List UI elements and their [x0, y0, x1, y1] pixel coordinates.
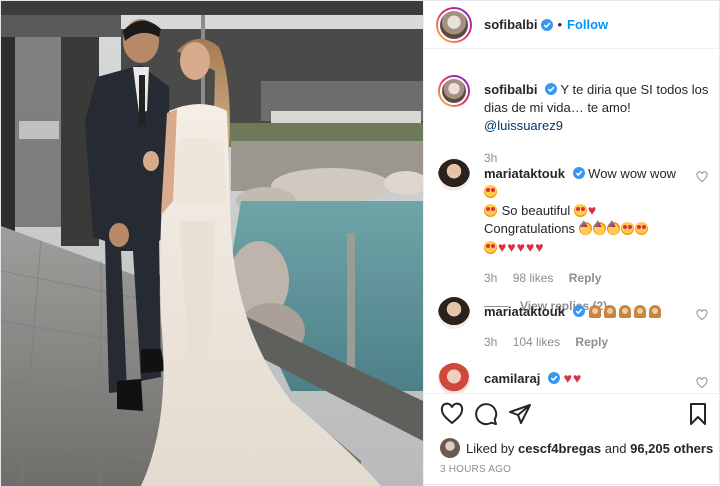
heart-eyes-emoji-icon: [484, 241, 497, 254]
follow-button[interactable]: Follow: [567, 17, 608, 32]
raised-hands-emoji-icon: [633, 305, 647, 318]
heart-eyes-emoji-icon: [484, 204, 497, 217]
raised-hands-emoji-icon: [588, 305, 602, 318]
party-face-emoji-icon: [592, 222, 606, 235]
commenter-avatar[interactable]: [438, 159, 470, 191]
heart-eyes-emoji-icon: [484, 185, 497, 198]
caption-body: sofibalbi Y te diria que SI todos los di…: [484, 81, 714, 167]
liker-avatar[interactable]: [440, 438, 460, 458]
red-heart-emoji-icon: ♥: [535, 239, 544, 255]
wedding-photo-illustration: [1, 1, 423, 486]
red-heart-emoji-icon: ♥: [572, 370, 582, 386]
party-face-emoji-icon: [606, 222, 620, 235]
red-heart-emoji-icon: ♥: [587, 202, 597, 218]
heart-eyes-emoji-icon: [573, 204, 587, 217]
comment-row: camilaraj ♥♥: [438, 363, 708, 393]
caption-avatar[interactable]: [438, 75, 470, 107]
caption-row: sofibalbi Y te diria que SI todos los di…: [438, 75, 708, 165]
comment-row: mariataktouk Wow wow wow So beautiful ♥ …: [438, 159, 708, 313]
raised-hands-emoji-icon: [618, 305, 632, 318]
comment-body: mariataktouk Wow wow wow So beautiful ♥ …: [484, 165, 684, 315]
verified-badge-icon: [572, 305, 585, 317]
comment-meta: 3h 98 likes Reply: [484, 269, 684, 287]
verified-badge-icon: [541, 18, 554, 31]
verified-badge-icon: [548, 372, 560, 384]
red-heart-emoji-icon: ♥: [507, 239, 516, 255]
comment-meta: 3h 104 likes Reply: [484, 333, 684, 351]
liked-by-prefix: Liked by: [466, 440, 515, 456]
liked-by-summary: Liked by cescf4bregas and 96,205 others: [440, 438, 713, 458]
caption-mention[interactable]: @luissuarez9: [484, 118, 563, 133]
verified-badge-icon: [572, 167, 585, 179]
comment-like-heart-icon[interactable]: [696, 309, 708, 321]
post-timestamp[interactable]: 3 HOURS AGO: [440, 464, 511, 475]
comment-row: mariataktouk 3h 104 likes Reply: [438, 297, 708, 357]
commenter-avatar[interactable]: [438, 297, 470, 329]
raised-hands-emoji-icon: [603, 305, 617, 318]
comment-text-line3: Congratulations: [484, 221, 576, 236]
comment-username[interactable]: camilaraj: [484, 371, 540, 386]
comment-username[interactable]: mariataktouk: [484, 304, 565, 319]
red-heart-emoji-icon: ♥: [525, 239, 535, 255]
comment-like-heart-icon[interactable]: [696, 377, 708, 389]
comments-list[interactable]: sofibalbi Y te diria que SI todos los di…: [424, 71, 720, 393]
raised-hands-emoji-icon: [648, 305, 662, 318]
paper-plane-icon[interactable]: [508, 402, 532, 426]
comment-like-count[interactable]: 104 likes: [513, 335, 560, 349]
post-footer: Liked by cescf4bregas and 96,205 others …: [424, 393, 720, 486]
comment-body: camilaraj ♥♥: [484, 369, 684, 388]
post-photo[interactable]: [1, 1, 423, 486]
heart-outline-icon[interactable]: [440, 402, 464, 426]
comment-bubble-icon[interactable]: [474, 402, 498, 426]
reply-button[interactable]: Reply: [575, 335, 608, 349]
red-heart-emoji-icon: ♥: [498, 239, 507, 255]
commenter-avatar[interactable]: [438, 363, 470, 393]
liked-by-mid: and: [601, 440, 631, 456]
author-username[interactable]: sofibalbi: [484, 17, 537, 32]
comment-like-count[interactable]: 98 likes: [513, 271, 554, 285]
liked-by-user[interactable]: cescf4bregas: [518, 441, 601, 456]
heart-eyes-emoji-icon: [634, 222, 648, 235]
verified-badge-icon: [545, 83, 558, 95]
post-sidebar: sofibalbi • Follow sofibalbi Y te diria …: [423, 1, 720, 486]
comment-body: mariataktouk 3h 104 likes Reply: [484, 303, 684, 351]
comment-username[interactable]: mariataktouk: [484, 166, 565, 181]
comment-like-heart-icon[interactable]: [696, 171, 708, 183]
heart-eyes-emoji-icon: [620, 222, 634, 235]
comment-time[interactable]: 3h: [484, 271, 497, 285]
comment-text-line1: Wow wow wow: [588, 166, 677, 181]
comment-text-line2: So beautiful: [501, 203, 571, 218]
action-bar: [436, 402, 710, 428]
instagram-post: sofibalbi • Follow sofibalbi Y te diria …: [0, 0, 720, 486]
red-heart-emoji-icon: ♥: [563, 370, 572, 386]
party-face-emoji-icon: [578, 222, 592, 235]
caption-username[interactable]: sofibalbi: [484, 82, 537, 97]
red-heart-emoji-icon: ♥: [516, 239, 525, 255]
author-avatar[interactable]: [436, 6, 472, 43]
liked-by-count[interactable]: 96,205 others: [630, 441, 713, 456]
reply-button[interactable]: Reply: [569, 271, 602, 285]
header-separator: •: [557, 17, 563, 32]
post-header: sofibalbi • Follow: [424, 1, 719, 49]
comment-time[interactable]: 3h: [484, 335, 497, 349]
bookmark-icon[interactable]: [686, 402, 710, 426]
